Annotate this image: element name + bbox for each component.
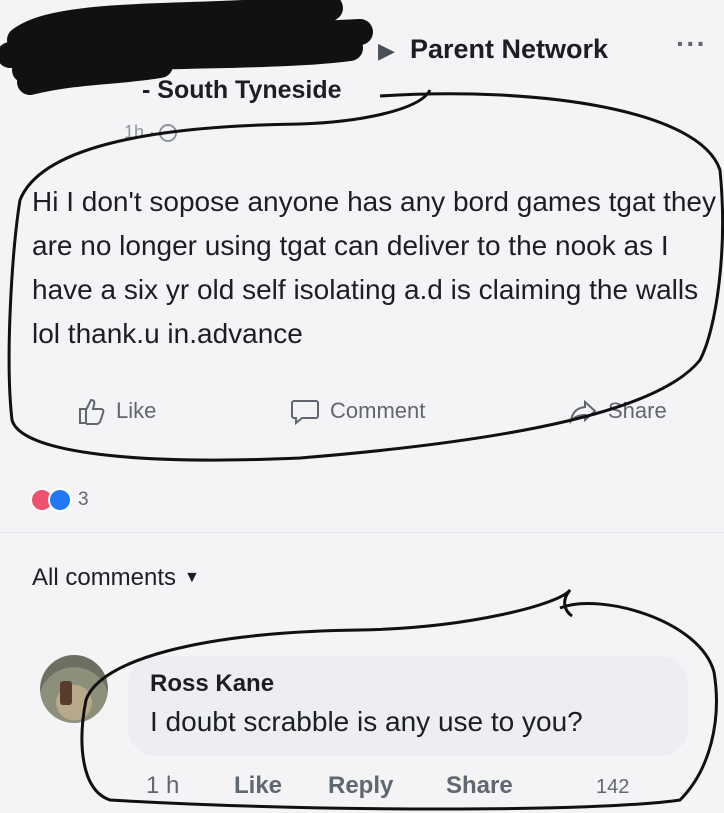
comment-reply-button[interactable]: Reply: [328, 772, 393, 800]
public-globe-icon: [159, 123, 178, 142]
reaction-count: 3: [78, 489, 89, 510]
divider: [0, 532, 724, 533]
comments-filter-dropdown[interactable]: All comments ▼: [32, 564, 200, 592]
comment-like-button[interactable]: Like: [234, 772, 282, 800]
chevron-down-icon: ▼: [184, 569, 200, 586]
thumbs-up-icon: [79, 398, 105, 425]
share-button[interactable]: Share: [568, 396, 667, 426]
comment-time[interactable]: 1 h: [146, 772, 179, 800]
reaction-summary[interactable]: 3: [30, 488, 89, 512]
like-label: Like: [116, 398, 157, 423]
post-body: Hi I don't sopose anyone has any bord ga…: [32, 186, 717, 349]
share-label: Share: [608, 398, 667, 423]
more-options-icon[interactable]: ···: [676, 28, 707, 60]
comment-text: I doubt scrabble is any use to you?: [150, 706, 583, 737]
speech-bubble-icon: [291, 400, 319, 426]
comment-reaction-count: 142: [596, 776, 630, 798]
avatar-figure: [60, 681, 72, 705]
comment-share-button[interactable]: Share: [446, 772, 513, 800]
comment-button[interactable]: Comment: [290, 396, 425, 426]
comment-label: Comment: [330, 398, 426, 423]
post-timestamp[interactable]: 1h ·: [124, 122, 155, 143]
like-reaction-icon: [48, 488, 72, 512]
comment-author[interactable]: Ross Kane: [150, 670, 274, 698]
group-name-link[interactable]: Parent Network: [410, 34, 608, 65]
post-meta: 1h ·: [124, 122, 178, 143]
comments-filter-label: All comments: [32, 564, 177, 591]
arrow-right-icon: ▶: [378, 38, 395, 63]
share-arrow-icon: [569, 399, 597, 425]
group-subtitle[interactable]: - South Tyneside: [142, 76, 342, 105]
avatar[interactable]: [40, 655, 108, 723]
like-button[interactable]: Like: [76, 396, 156, 426]
